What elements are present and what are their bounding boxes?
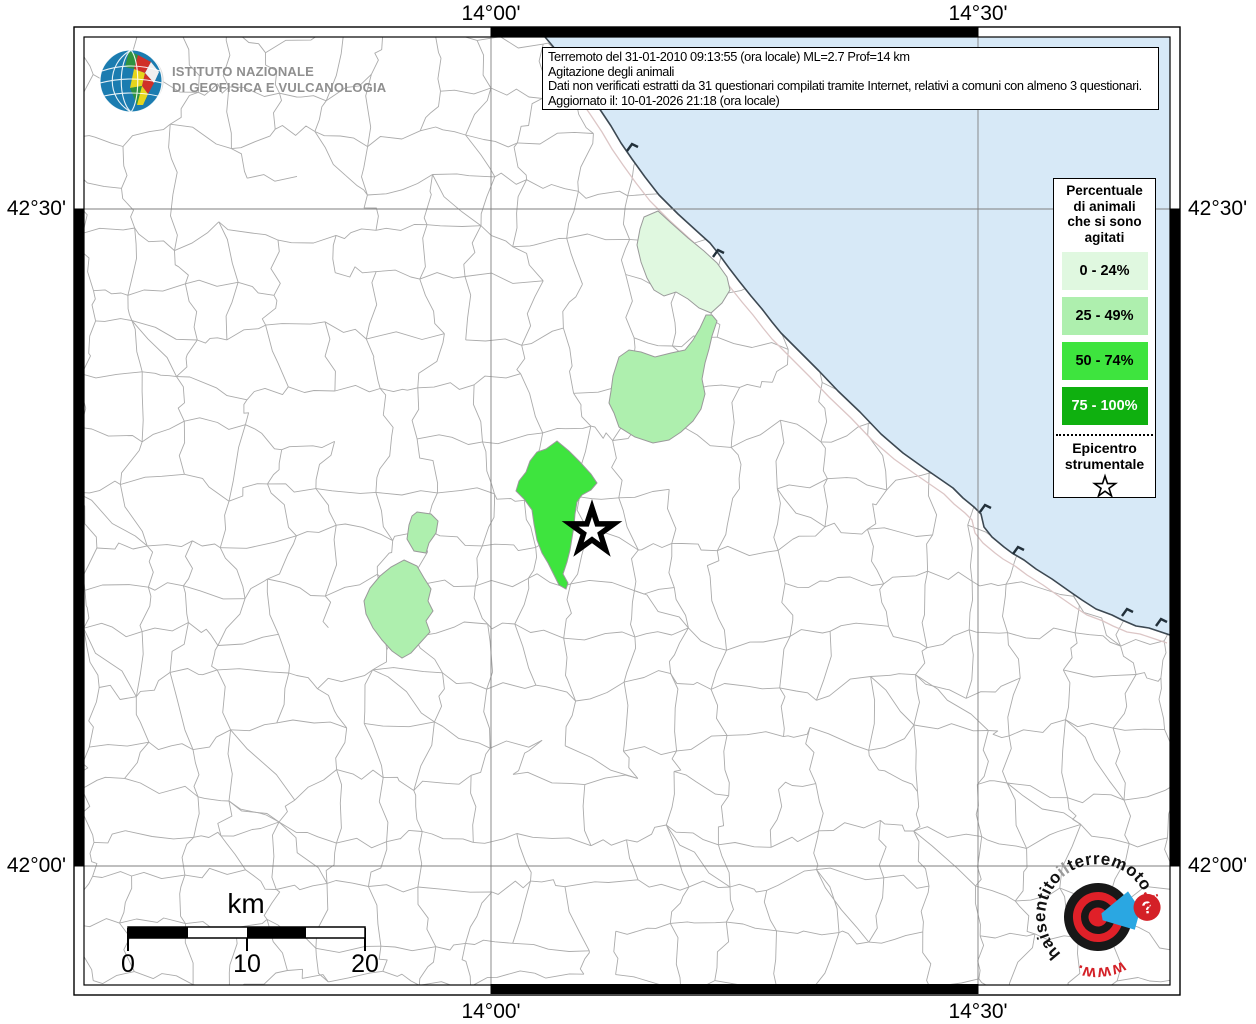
epicenter-star-icon [570, 508, 614, 550]
event-title: Terremoto del 31-01-2010 09:13:55 (ora l… [548, 50, 1153, 65]
axis-label-lon-top-left: 14°00' [431, 2, 551, 26]
haisentitoilterremoto-logo: ? haisentitoilterremoto.it www. [1019, 839, 1174, 994]
axis-label-lat-left-bottom: 42°00' [0, 854, 66, 878]
ingv-line2: DI GEOFISICA E VULCANOLOGIA [172, 80, 386, 96]
legend-class-25-49: 25 - 49% [1062, 297, 1148, 335]
scalebar-tick-10: 10 [202, 950, 292, 979]
legend-title-line: di animali [1054, 199, 1155, 215]
earthquake-felt-map: ? haisentitoilterremoto.it www. 14°00' 1… [0, 0, 1256, 1024]
region-25-49-small [407, 512, 438, 553]
legend-class-75-100: 75 - 100% [1062, 387, 1148, 425]
legend-title: Percentuale di animali che si sono agita… [1054, 183, 1155, 245]
legend-title-line: Percentuale [1054, 183, 1155, 199]
scalebar-unit: km [186, 888, 306, 920]
region-25-49-north [609, 315, 717, 443]
axis-label-lon-bottom-right: 14°30' [918, 1000, 1038, 1024]
ingv-line1: ISTITUTO NAZIONALE [172, 64, 386, 80]
legend-epicenter-label: Epicentro strumentale [1054, 440, 1155, 472]
event-updated: Aggiornato il: 10-01-2026 21:18 (ora loc… [548, 94, 1153, 109]
legend-title-line: che si sono [1054, 214, 1155, 230]
region-50-74 [516, 441, 597, 589]
legend-class-50-74: 50 - 74% [1062, 342, 1148, 380]
star-outline-icon [1092, 473, 1118, 499]
event-subtitle: Agitazione degli animali [548, 65, 1153, 80]
axis-label-lat-right-top: 42°30' [1188, 197, 1247, 221]
axis-label-lon-bottom-left: 14°00' [431, 1000, 551, 1024]
scalebar-tick-20: 20 [320, 950, 410, 979]
ingv-wordmark: ISTITUTO NAZIONALE DI GEOFISICA E VULCAN… [172, 64, 386, 96]
ingv-globe-icon [100, 50, 164, 112]
map-canvas: ? haisentitoilterremoto.it www. [0, 0, 1256, 1024]
event-disclaimer: Dati non verificati estratti da 31 quest… [548, 79, 1153, 94]
legend: Percentuale di animali che si sono agita… [1053, 178, 1156, 498]
scalebar-tick-0: 0 [83, 950, 173, 979]
scale-bar [128, 927, 365, 951]
axis-label-lat-right-bottom: 42°00' [1188, 854, 1247, 878]
axis-label-lon-top-right: 14°30' [918, 2, 1038, 26]
legend-epicenter-line: Epicentro [1054, 440, 1155, 456]
legend-class-0-24: 0 - 24% [1062, 252, 1148, 290]
legend-separator [1056, 434, 1153, 436]
axis-label-lat-left-top: 42°30' [0, 197, 66, 221]
legend-epicenter-line: strumentale [1054, 456, 1155, 472]
region-25-49-south [364, 560, 433, 658]
event-info-box: Terremoto del 31-01-2010 09:13:55 (ora l… [542, 47, 1159, 110]
legend-title-line: agitati [1054, 230, 1155, 246]
logo-www-text: www. [1071, 953, 1130, 988]
